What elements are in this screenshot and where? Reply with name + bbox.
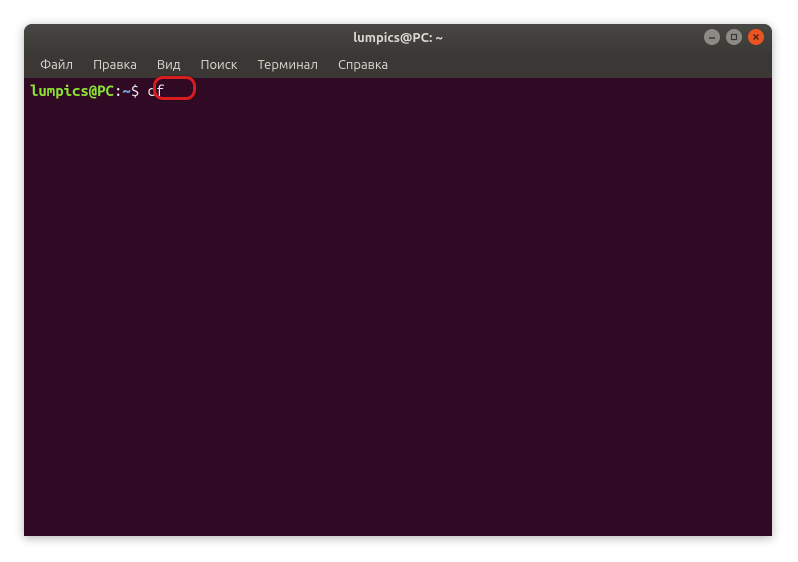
prompt-user-host: lumpics@PC xyxy=(30,82,114,101)
menubar: Файл Правка Вид Поиск Терминал Справка xyxy=(24,52,772,78)
titlebar: lumpics@PC: ~ xyxy=(24,24,772,52)
prompt-command: df xyxy=(148,82,165,101)
terminal-body[interactable]: lumpics@PC:~$ df xyxy=(24,78,772,536)
minimize-icon xyxy=(708,33,716,41)
close-button[interactable] xyxy=(748,29,764,45)
window-title: lumpics@PC: ~ xyxy=(353,31,443,45)
prompt-colon: : xyxy=(114,82,122,101)
close-icon xyxy=(752,33,760,41)
prompt-path: ~ xyxy=(122,82,130,101)
minimize-button[interactable] xyxy=(704,29,720,45)
terminal-window: lumpics@PC: ~ Файл Правка Вид xyxy=(24,24,772,536)
menu-help[interactable]: Справка xyxy=(328,54,398,76)
maximize-button[interactable] xyxy=(726,29,742,45)
prompt-dollar: $ xyxy=(131,82,148,101)
menu-terminal[interactable]: Терминал xyxy=(247,54,327,76)
menu-edit[interactable]: Правка xyxy=(83,54,147,76)
maximize-icon xyxy=(730,33,738,41)
window-controls xyxy=(704,29,764,45)
prompt-line: lumpics@PC:~$ df xyxy=(30,82,766,101)
menu-file[interactable]: Файл xyxy=(30,54,83,76)
menu-view[interactable]: Вид xyxy=(147,54,191,76)
menu-search[interactable]: Поиск xyxy=(190,54,247,76)
